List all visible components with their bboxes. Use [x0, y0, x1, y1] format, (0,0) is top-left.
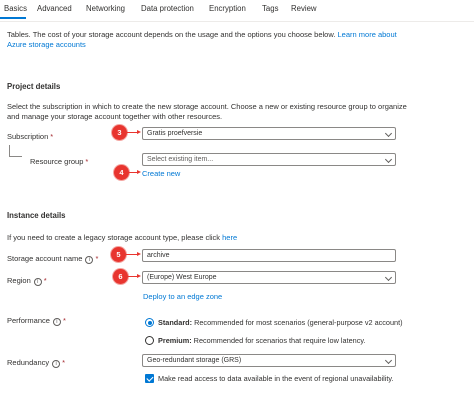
subscription-value: Gratis proefversie — [147, 130, 203, 137]
step-marker-3: 3 — [112, 125, 127, 140]
instance-details-title: Instance details — [7, 211, 66, 220]
marker-3-arrow-line — [127, 132, 137, 133]
active-tab-indicator — [0, 17, 26, 19]
chevron-down-icon — [384, 273, 393, 282]
marker-4-arrow-line — [129, 172, 137, 173]
region-value: (Europe) West Europe — [147, 274, 217, 281]
chevron-down-icon — [384, 356, 393, 365]
step-marker-4: 4 — [114, 165, 129, 180]
required-marker: * — [95, 254, 99, 263]
resource-group-label: Resource group * — [30, 157, 88, 166]
storage-account-name-label-text: Storage account name — [7, 254, 83, 263]
resource-group-label-text: Resource group — [30, 157, 84, 166]
required-marker: * — [62, 316, 66, 325]
redundancy-value: Geo-redundant storage (GRS) — [147, 357, 242, 364]
performance-premium-option: Premium: Recommended for scenarios that … — [158, 336, 366, 345]
create-new-link[interactable]: Create new — [142, 169, 180, 178]
standard-description: Recommended for most scenarios (general-… — [192, 318, 403, 327]
read-access-checkbox[interactable] — [145, 374, 154, 383]
performance-standard-option: Standard: Recommended for most scenarios… — [158, 318, 403, 327]
required-marker: * — [50, 132, 54, 141]
marker-6-arrow-line — [128, 276, 137, 277]
tab-tags[interactable]: Tags — [262, 4, 278, 13]
marker-5-arrow-head — [137, 252, 141, 256]
tab-review[interactable]: Review — [291, 4, 317, 13]
legacy-description: If you need to create a legacy storage a… — [7, 233, 223, 242]
region-dropdown[interactable]: (Europe) West Europe — [142, 271, 396, 284]
premium-bold: Premium: — [158, 336, 192, 345]
tab-advanced[interactable]: Advanced — [37, 4, 72, 13]
tab-data-protection[interactable]: Data protection — [141, 4, 194, 13]
subscription-label-text: Subscription — [7, 132, 49, 141]
redundancy-label-text: Redundancy — [7, 358, 50, 367]
marker-3-arrow-head — [137, 130, 141, 134]
tab-bar: Basics Advanced Networking Data protecti… — [0, 0, 474, 22]
step-marker-6: 6 — [113, 269, 128, 284]
marker-4-arrow-head — [137, 170, 141, 174]
intro-description: Tables. The cost of your storage account… — [7, 30, 338, 39]
info-icon[interactable]: i — [33, 278, 42, 286]
subscription-label: Subscription * — [7, 132, 53, 141]
region-label-text: Region — [7, 276, 31, 285]
resource-group-dropdown[interactable]: Select existing item... — [142, 153, 396, 166]
storage-account-name-input[interactable]: archive — [142, 249, 396, 262]
project-details-title: Project details — [7, 82, 61, 91]
required-marker: * — [62, 358, 66, 367]
performance-label-text: Performance — [7, 316, 50, 325]
read-access-label: Make read access to data available in th… — [158, 374, 394, 383]
tree-connector — [9, 145, 22, 157]
marker-6-arrow-head — [137, 274, 141, 278]
tab-basics[interactable]: Basics — [4, 4, 27, 13]
info-icon[interactable]: i — [52, 360, 61, 368]
chevron-down-icon — [384, 129, 393, 138]
instance-details-description: If you need to create a legacy storage a… — [7, 233, 407, 243]
tab-networking[interactable]: Networking — [86, 4, 125, 13]
storage-account-name-label: Storage account name i * — [7, 254, 98, 264]
subscription-dropdown[interactable]: Gratis proefversie — [142, 127, 396, 140]
info-icon[interactable]: i — [85, 256, 94, 264]
required-marker: * — [43, 276, 47, 285]
tab-encryption[interactable]: Encryption — [209, 4, 246, 13]
premium-description: Recommended for scenarios that require l… — [191, 336, 366, 345]
resource-group-placeholder: Select existing item... — [147, 156, 214, 163]
performance-premium-radio[interactable] — [145, 336, 154, 345]
storage-account-name-value: archive — [147, 252, 170, 259]
marker-5-arrow-line — [126, 254, 137, 255]
required-marker: * — [85, 157, 89, 166]
region-label: Region i * — [7, 276, 47, 286]
edge-zone-link[interactable]: Deploy to an edge zone — [143, 292, 222, 301]
chevron-down-icon — [384, 155, 393, 164]
standard-bold: Standard: — [158, 318, 193, 327]
performance-standard-radio[interactable] — [145, 318, 154, 327]
redundancy-label: Redundancy i * — [7, 358, 65, 368]
step-marker-5: 5 — [111, 247, 126, 262]
intro-text: Tables. The cost of your storage account… — [7, 30, 397, 50]
info-icon[interactable]: i — [52, 318, 61, 326]
project-details-description: Select the subscription in which to crea… — [7, 102, 407, 121]
legacy-here-link[interactable]: here — [222, 233, 237, 242]
performance-label: Performance i * — [7, 316, 66, 326]
redundancy-dropdown[interactable]: Geo-redundant storage (GRS) — [142, 354, 396, 367]
